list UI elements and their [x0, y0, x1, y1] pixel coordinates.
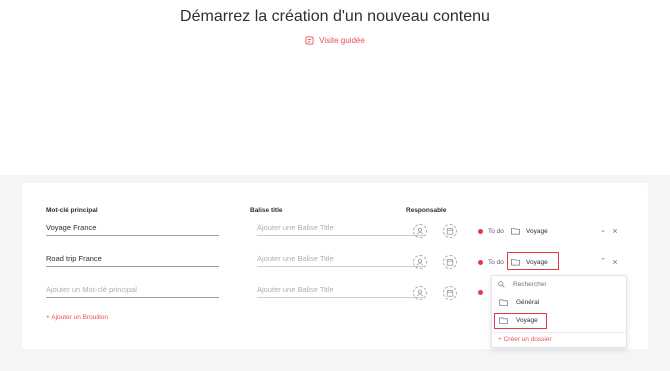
- status-badge-3[interactable]: [478, 290, 483, 295]
- assign-owner-button-1[interactable]: [413, 224, 427, 238]
- folder-option-general[interactable]: Général: [499, 299, 539, 306]
- status-label-1: To do: [488, 228, 504, 235]
- folder-search-placeholder: Rechercher: [513, 281, 547, 288]
- status-label-2: To do: [488, 259, 504, 266]
- title-input-3[interactable]: Ajouter une Balise Title: [257, 284, 424, 298]
- hero-area: Démarrez la création d'un nouveau conten…: [0, 0, 670, 175]
- column-header-keyword: Mot-clé principal: [46, 207, 98, 214]
- due-date-button-3[interactable]: [443, 286, 457, 300]
- folder-icon: [511, 258, 520, 266]
- divider: [492, 332, 626, 333]
- status-badge-2[interactable]: To do: [478, 259, 504, 266]
- status-dot-icon: [478, 290, 483, 295]
- assign-owner-button-2[interactable]: [413, 255, 427, 269]
- column-header-owner: Responsable: [406, 207, 447, 214]
- guided-tour-icon: [305, 36, 314, 45]
- keyword-input-1[interactable]: Voyage France: [46, 222, 219, 236]
- add-draft-link[interactable]: + Ajouter un Brouillon: [46, 314, 108, 321]
- title-input-2[interactable]: Ajouter une Balise Title: [257, 253, 424, 267]
- search-icon: [498, 281, 505, 288]
- calendar-icon: [446, 290, 454, 297]
- title-input-1[interactable]: Ajouter une Balise Title: [257, 222, 424, 236]
- keyword-input-2[interactable]: Road trip France: [46, 253, 219, 267]
- folder-dropdown: Rechercher Général Voyage + Créer un dos…: [491, 275, 627, 348]
- user-icon: [416, 227, 424, 235]
- user-icon: [416, 258, 424, 266]
- page-title: Démarrez la création d'un nouveau conten…: [180, 8, 490, 25]
- page: Démarrez la création d'un nouveau conten…: [0, 0, 670, 371]
- guided-tour-label: Visite guidée: [319, 36, 365, 45]
- folder-icon: [499, 317, 508, 324]
- keyword-input-3[interactable]: Ajouter un Mot-clé principal: [46, 284, 219, 298]
- folder-option-label: Général: [516, 299, 540, 306]
- folder-select-1[interactable]: Voyage: [511, 227, 548, 235]
- folder-label-2: Voyage: [526, 258, 548, 266]
- close-icon[interactable]: ×: [611, 227, 619, 236]
- folder-option-voyage[interactable]: Voyage: [499, 317, 538, 324]
- folder-option-label: Voyage: [516, 317, 538, 324]
- folder-select-2[interactable]: Voyage: [511, 258, 548, 266]
- chevron-up-icon[interactable]: ⌃: [599, 258, 607, 266]
- folder-label-1: Voyage: [526, 227, 548, 235]
- close-icon[interactable]: ×: [611, 258, 619, 267]
- folder-search-input[interactable]: Rechercher: [498, 281, 547, 288]
- due-date-button-2[interactable]: [443, 255, 457, 269]
- calendar-icon: [446, 228, 454, 235]
- user-icon: [416, 289, 424, 297]
- status-dot-icon: [478, 229, 483, 234]
- create-folder-button[interactable]: + Créer un dossier: [498, 336, 552, 343]
- chevron-down-icon[interactable]: ⌄: [599, 227, 607, 235]
- due-date-button-1[interactable]: [443, 224, 457, 238]
- folder-icon: [511, 227, 520, 235]
- folder-icon: [499, 299, 508, 306]
- assign-owner-button-3[interactable]: [413, 286, 427, 300]
- guided-tour-link[interactable]: Visite guidée: [0, 36, 670, 45]
- column-header-title: Balise title: [250, 207, 283, 214]
- calendar-icon: [446, 259, 454, 266]
- status-badge-1[interactable]: To do: [478, 228, 504, 235]
- status-dot-icon: [478, 260, 483, 265]
